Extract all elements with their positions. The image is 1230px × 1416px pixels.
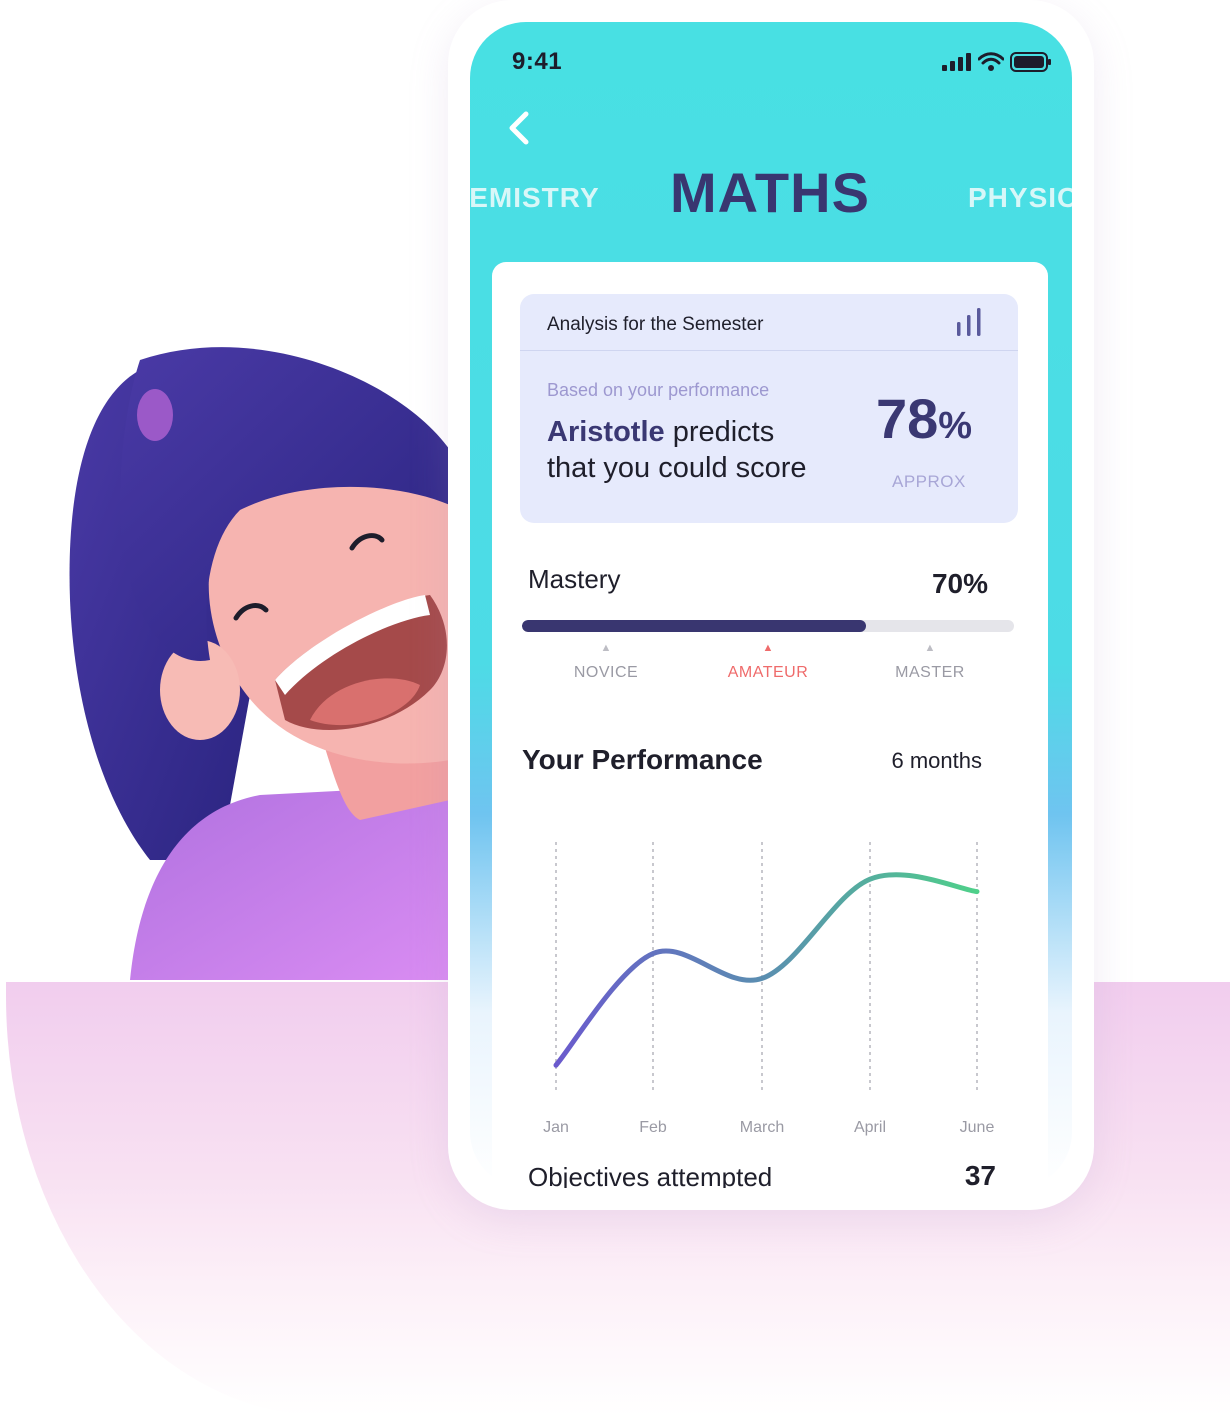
prediction-line-1: predicts xyxy=(664,416,775,448)
level-label: AMATEUR xyxy=(727,664,809,681)
level-amateur: ▲ AMATEUR xyxy=(698,642,838,682)
mastery-value: 70% xyxy=(931,568,988,599)
battery-icon xyxy=(1010,52,1051,72)
performance-series-line xyxy=(553,872,980,1068)
level-label: MASTER xyxy=(895,664,965,681)
level-novice: ▲ NOVICE xyxy=(536,642,676,682)
analysis-title: Analysis for the Semester xyxy=(547,314,764,335)
signal-bars-icon xyxy=(942,53,971,71)
mastery-progress-fill xyxy=(522,620,867,632)
mastery-progress-bar xyxy=(522,620,1014,632)
wifi-icon xyxy=(978,52,1004,71)
analysis-subtitle: Based on your performance xyxy=(547,380,770,400)
mastery-label: Mastery xyxy=(528,564,621,594)
brand-name: Aristotle xyxy=(547,416,665,448)
analysis-header: Analysis for the Semester xyxy=(520,294,1018,351)
performance-range-selector[interactable]: 6 months xyxy=(892,748,983,774)
level-label: NOVICE xyxy=(573,664,639,681)
app-screen: 9:41 HEMISTRY MATHS xyxy=(470,22,1072,1188)
status-time: 9:41 xyxy=(512,48,563,75)
phone-frame: 9:41 HEMISTRY MATHS xyxy=(448,0,1094,1210)
level-marker-icon: ▲ xyxy=(924,642,936,654)
prediction-text: Aristotle predicts that you could score xyxy=(547,414,807,486)
analysis-panel: Analysis for the Semester Based on your … xyxy=(520,294,1018,523)
predicted-score-value: 78 xyxy=(876,387,939,450)
x-tick-label: April xyxy=(854,1119,886,1136)
predicted-score-unit: % xyxy=(938,405,973,447)
objectives-label: Objectives attempted xyxy=(528,1162,773,1188)
back-chevron-icon[interactable] xyxy=(500,108,540,148)
level-marker-icon: ▲ xyxy=(762,642,774,654)
x-tick-label: June xyxy=(960,1119,995,1136)
objectives-value: 37 xyxy=(964,1160,996,1188)
tab-maths[interactable]: MATHS xyxy=(670,160,870,225)
score-note: APPROX xyxy=(892,472,966,491)
prediction-line-2: that you could score xyxy=(547,452,807,484)
performance-line-chart: Jan Feb March April June xyxy=(543,842,995,1136)
status-icons xyxy=(942,52,1052,72)
x-tick-label: March xyxy=(740,1119,784,1136)
tab-chemistry[interactable]: HEMISTRY xyxy=(470,182,600,214)
tab-physics[interactable]: PHYSIC xyxy=(968,182,1072,214)
level-master: ▲ MASTER xyxy=(860,642,1000,682)
x-tick-label: Feb xyxy=(639,1119,667,1136)
girl-illustration xyxy=(69,347,450,980)
predicted-score: 78% xyxy=(876,386,972,451)
subject-tabs: HEMISTRY MATHS PHYSIC xyxy=(470,152,1072,232)
level-marker-icon: ▲ xyxy=(600,642,612,654)
bar-chart-icon[interactable] xyxy=(956,308,982,336)
x-tick-label: Jan xyxy=(543,1119,569,1136)
performance-title: Your Performance xyxy=(522,744,763,775)
subject-card: Analysis for the Semester Based on your … xyxy=(492,262,1048,1188)
